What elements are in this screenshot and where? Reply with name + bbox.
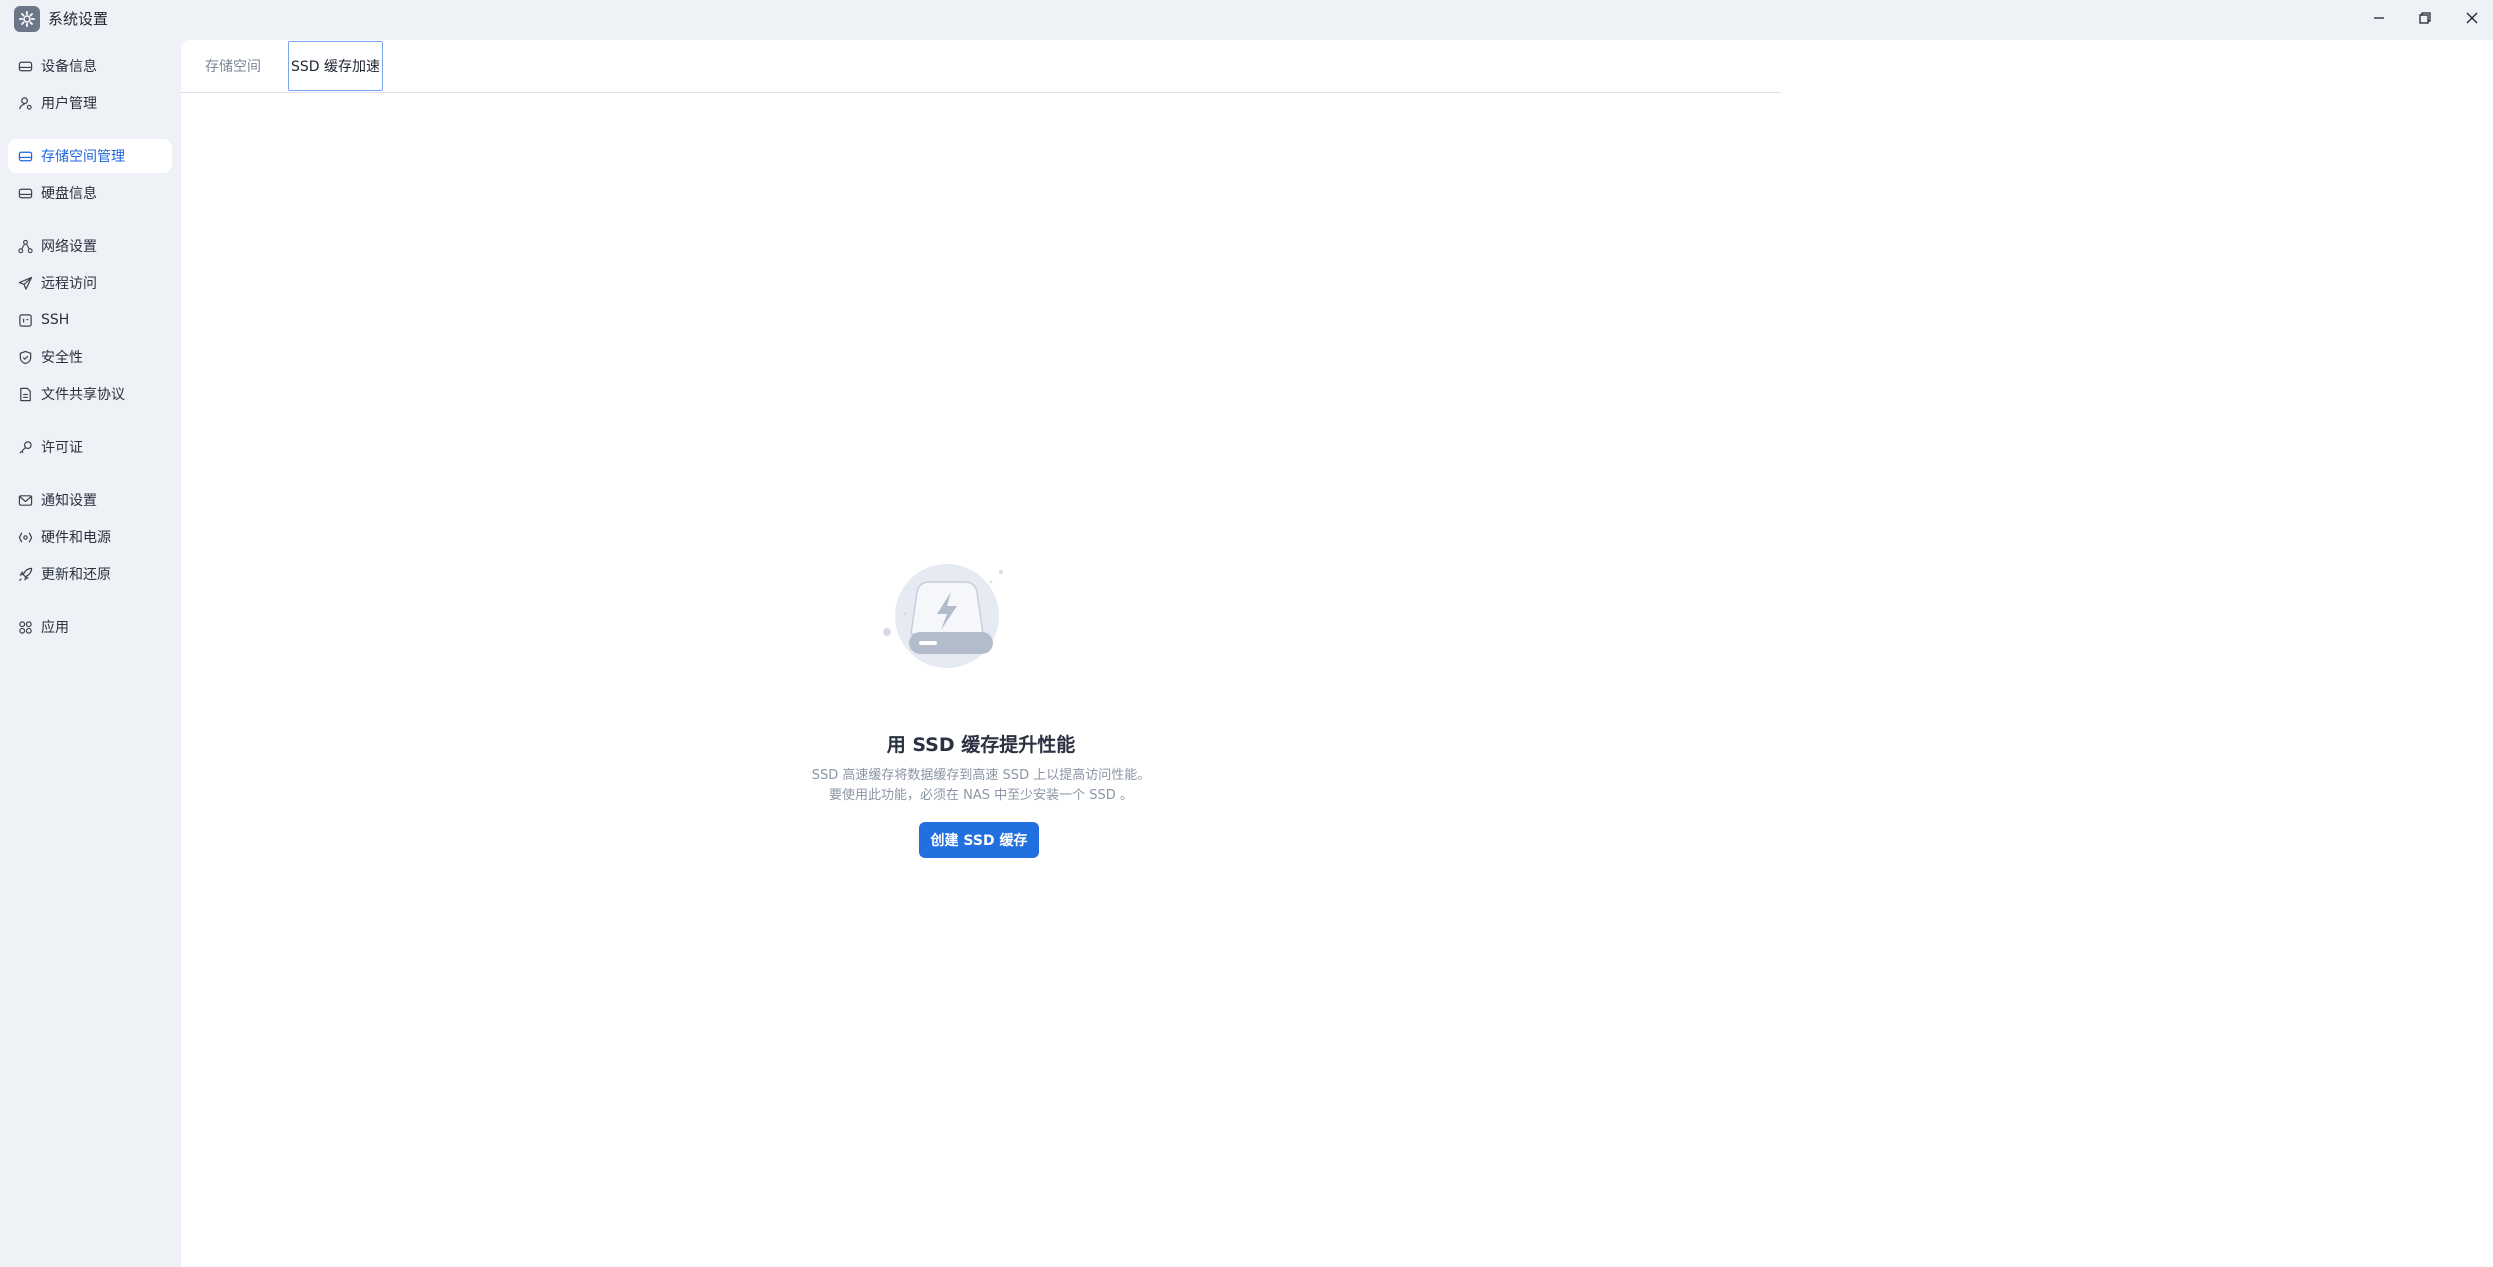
shield-icon <box>17 349 33 365</box>
rocket-icon <box>17 566 33 582</box>
mail-icon <box>17 492 33 508</box>
empty-state-title: 用 SSD 缓存提升性能 <box>886 734 1076 756</box>
sidebar-item-notifications[interactable]: 通知设置 <box>8 483 172 517</box>
sidebar-item-file-sharing[interactable]: 文件共享协议 <box>8 377 172 411</box>
restore-icon <box>2419 12 2431 24</box>
sidebar-item-label: 通知设置 <box>41 493 97 509</box>
sidebar-item-user-management[interactable]: 用户管理 <box>8 86 172 120</box>
network-icon <box>17 238 33 254</box>
apps-icon <box>17 619 33 635</box>
tab-ssd-cache[interactable]: SSD 缓存加速 <box>288 41 383 91</box>
close-icon <box>2466 12 2478 24</box>
description-line: 要使用此功能，必须在 NAS 中至少安装一个 SSD 。 <box>829 788 1133 803</box>
sidebar-item-label: 远程访问 <box>41 276 97 292</box>
file-icon <box>17 386 33 402</box>
tab-storage-space[interactable]: 存储空间 <box>197 41 269 91</box>
gear-icon <box>14 6 40 32</box>
sidebar-item-license[interactable]: 许可证 <box>8 430 172 464</box>
sidebar: 设备信息 用户管理 存储空间管理 硬盘信息 网络设置 远程访问 SSH 安全性 … <box>0 38 180 1267</box>
disk-icon <box>17 185 33 201</box>
sidebar-item-label: SSH <box>41 312 70 328</box>
sidebar-item-label: 文件共享协议 <box>41 387 125 403</box>
sidebar-item-label: 应用 <box>41 620 69 636</box>
terminal-icon <box>17 312 33 328</box>
send-icon <box>17 275 33 291</box>
user-icon <box>17 95 33 111</box>
ssd-illustration <box>879 560 1015 680</box>
sidebar-item-label: 许可证 <box>41 440 83 456</box>
drive-icon <box>17 58 33 74</box>
minimize-icon <box>2374 17 2384 19</box>
sidebar-item-label: 安全性 <box>41 350 83 366</box>
create-ssd-cache-button[interactable]: 创建 SSD 缓存 <box>919 822 1039 858</box>
empty-state-description: SSD 高速缓存将数据缓存到高速 SSD 上以提高访问性能。 要使用此功能，必须… <box>751 766 1211 806</box>
title-bar: 系统设置 <box>0 0 2493 38</box>
sidebar-item-hardware-power[interactable]: 硬件和电源 <box>8 520 172 554</box>
sidebar-item-apps[interactable]: 应用 <box>8 610 172 644</box>
storage-icon <box>17 148 33 164</box>
window-title: 系统设置 <box>48 10 109 28</box>
sidebar-item-label: 网络设置 <box>41 239 97 255</box>
sidebar-item-label: 用户管理 <box>41 96 97 112</box>
sidebar-item-remote-access[interactable]: 远程访问 <box>8 266 172 300</box>
sidebar-item-security[interactable]: 安全性 <box>8 340 172 374</box>
sidebar-item-update-restore[interactable]: 更新和还原 <box>8 557 172 591</box>
sidebar-item-storage-management[interactable]: 存储空间管理 <box>8 139 172 173</box>
close-button[interactable] <box>2452 3 2492 33</box>
sidebar-item-label: 存储空间管理 <box>41 149 125 165</box>
sidebar-item-network[interactable]: 网络设置 <box>8 229 172 263</box>
sidebar-item-label: 设备信息 <box>41 59 97 75</box>
main-panel: 存储空间 SSD 缓存加速 用 SSD 缓存提升性能 SSD 高速缓存将数据缓存… <box>181 40 2493 1267</box>
tab-bar: 存储空间 SSD 缓存加速 <box>181 40 1781 93</box>
sidebar-item-disk-info[interactable]: 硬盘信息 <box>8 176 172 210</box>
sidebar-item-label: 硬盘信息 <box>41 186 97 202</box>
sidebar-item-label: 更新和还原 <box>41 567 111 583</box>
restore-button[interactable] <box>2405 3 2445 33</box>
description-line: SSD 高速缓存将数据缓存到高速 SSD 上以提高访问性能。 <box>811 768 1151 783</box>
key-icon <box>17 439 33 455</box>
sidebar-item-label: 硬件和电源 <box>41 530 111 546</box>
sidebar-item-device-info[interactable]: 设备信息 <box>8 49 172 83</box>
minimize-button[interactable] <box>2359 3 2399 33</box>
sidebar-item-ssh[interactable]: SSH <box>8 303 172 337</box>
hardware-icon <box>17 529 33 545</box>
